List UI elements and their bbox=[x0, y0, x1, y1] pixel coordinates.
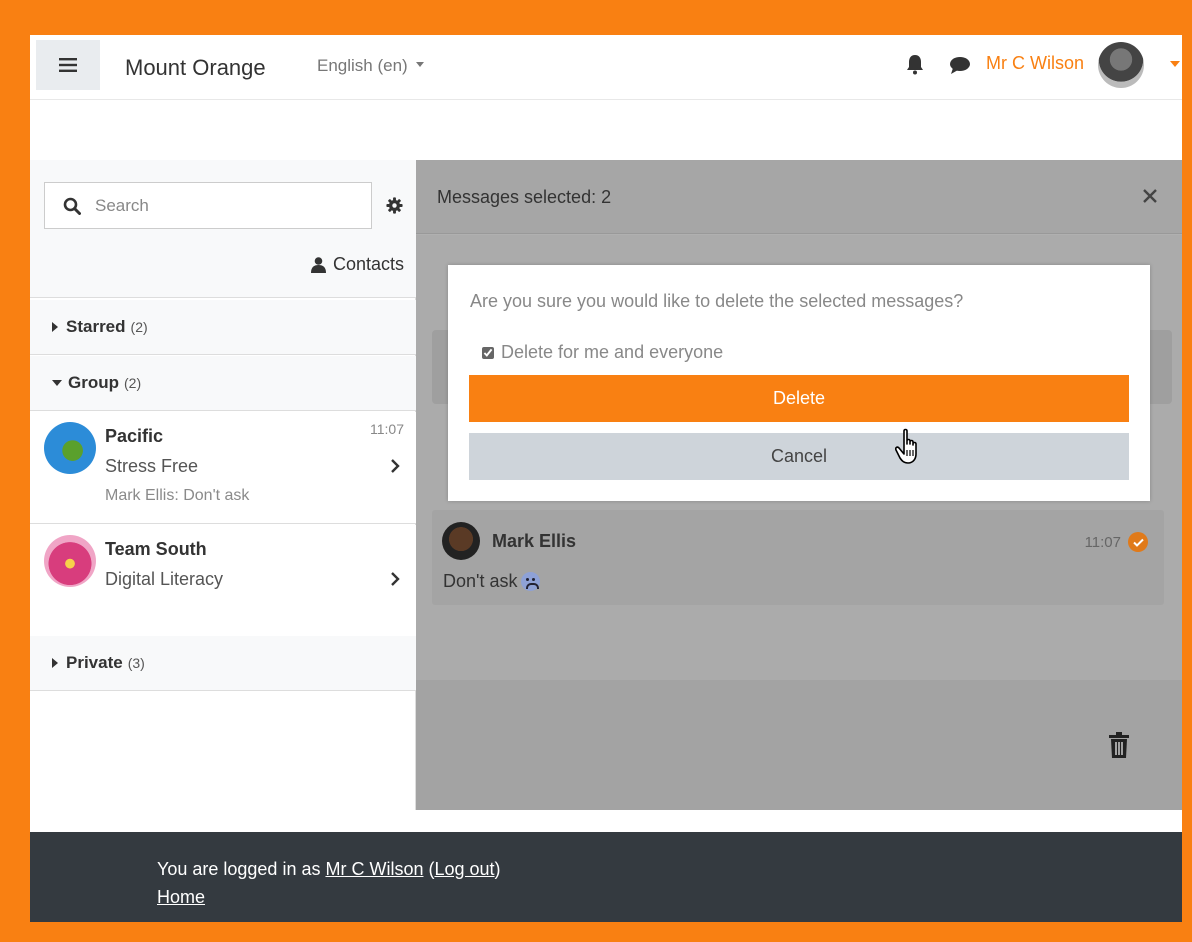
caret-down-icon bbox=[415, 62, 424, 67]
site-name[interactable]: Mount Orange bbox=[125, 55, 266, 81]
bell-icon[interactable] bbox=[904, 53, 926, 75]
hamburger-icon bbox=[59, 58, 77, 72]
delete-confirm-dialog: Are you sure you would like to delete th… bbox=[448, 265, 1150, 501]
section-private-label: Private bbox=[66, 653, 123, 672]
nav-drawer-toggle[interactable] bbox=[36, 40, 100, 90]
avatar bbox=[442, 522, 480, 560]
delete-for-everyone-checkbox[interactable]: Delete for me and everyone bbox=[482, 342, 723, 363]
message-time: 11:07 bbox=[1084, 534, 1121, 551]
trash-icon[interactable] bbox=[1108, 732, 1130, 758]
moodle-window: Mount Orange English (en) Mr C Wilson Co… bbox=[30, 35, 1182, 922]
logged-in-info: You are logged in as Mr C Wilson (Log ou… bbox=[157, 859, 501, 880]
caret-right-icon bbox=[52, 658, 58, 668]
language-menu[interactable]: English (en) bbox=[317, 56, 424, 76]
sad-emoji-icon bbox=[521, 572, 541, 591]
conversation-avatar bbox=[44, 422, 96, 474]
dialog-question: Are you sure you would like to delete th… bbox=[470, 291, 964, 311]
section-group-count: (2) bbox=[124, 375, 142, 391]
drawer-header: Contacts bbox=[30, 160, 416, 298]
logout-close-paren: ) bbox=[494, 859, 501, 879]
cancel-button[interactable]: Cancel bbox=[469, 433, 1129, 480]
home-link[interactable]: Home bbox=[157, 887, 205, 908]
delete-for-everyone-input[interactable] bbox=[482, 346, 494, 359]
conversation-time: 11:07 bbox=[370, 421, 404, 437]
selected-check-icon[interactable] bbox=[1128, 532, 1148, 552]
message-text: Don't ask bbox=[443, 571, 541, 592]
logout-open-paren: ( bbox=[423, 859, 435, 879]
user-icon bbox=[310, 256, 326, 273]
section-group[interactable]: Group (2) bbox=[30, 356, 416, 411]
logout-link[interactable]: Log out bbox=[434, 859, 494, 879]
page-footer: You are logged in as Mr C Wilson (Log ou… bbox=[30, 832, 1182, 922]
message-item[interactable]: Mark Ellis 11:07 Don't ask bbox=[432, 510, 1164, 605]
conversation-subtitle: Digital Literacy bbox=[105, 569, 224, 589]
gear-icon[interactable] bbox=[386, 197, 403, 214]
caret-down-icon bbox=[52, 380, 62, 386]
conversation-name: Pacific bbox=[105, 426, 164, 446]
conversation-subtitle: Stress Free bbox=[105, 456, 199, 476]
messages-selected-label: Messages selected: 2 bbox=[437, 187, 612, 207]
section-private-count: (3) bbox=[127, 655, 145, 671]
hand-cursor-icon bbox=[895, 428, 917, 464]
chat-icon[interactable] bbox=[948, 55, 972, 75]
section-group-label: Group bbox=[68, 373, 119, 392]
contacts-label: Contacts bbox=[332, 254, 404, 274]
section-starred-count: (2) bbox=[130, 319, 148, 335]
section-starred-label: Starred bbox=[66, 317, 126, 336]
search-field[interactable] bbox=[44, 182, 372, 229]
message-text-content: Don't ask bbox=[443, 571, 518, 591]
close-icon[interactable] bbox=[1141, 187, 1159, 205]
conversation-avatar bbox=[44, 535, 96, 587]
conversation-name: Team South bbox=[105, 539, 207, 559]
user-menu-name[interactable]: Mr C Wilson bbox=[986, 53, 1084, 74]
section-starred[interactable]: Starred (2) bbox=[30, 300, 416, 355]
search-icon bbox=[63, 197, 81, 215]
section-private[interactable]: Private (3) bbox=[30, 636, 416, 691]
contacts-link[interactable]: Contacts bbox=[310, 254, 404, 275]
conversation-pacific[interactable]: Pacific Stress Free Mark Ellis: Don't as… bbox=[30, 412, 416, 524]
conversation-preview: Mark Ellis: Don't ask bbox=[105, 487, 250, 504]
user-menu-caret-icon[interactable] bbox=[1170, 61, 1180, 67]
logged-in-prefix: You are logged in as bbox=[157, 859, 326, 879]
user-avatar[interactable] bbox=[1098, 42, 1144, 88]
delete-for-everyone-label: Delete for me and everyone bbox=[501, 342, 724, 362]
profile-link[interactable]: Mr C Wilson bbox=[325, 859, 423, 879]
top-navbar: Mount Orange English (en) Mr C Wilson bbox=[30, 35, 1182, 100]
panel-header: Messages selected: 2 bbox=[416, 160, 1182, 234]
delete-button[interactable]: Delete bbox=[469, 375, 1129, 422]
conversation-team-south[interactable]: Team South Digital Literacy bbox=[30, 525, 416, 637]
message-drawer-sidebar: Contacts Starred (2) Group (2) Pacific S… bbox=[30, 160, 416, 810]
message-author: Mark Ellis bbox=[492, 531, 577, 551]
search-input[interactable] bbox=[95, 195, 355, 216]
chevron-right-icon bbox=[391, 572, 400, 586]
chevron-right-icon bbox=[391, 459, 400, 473]
panel-footer bbox=[416, 680, 1182, 810]
caret-right-icon bbox=[52, 322, 58, 332]
language-label: English (en) bbox=[317, 56, 408, 75]
